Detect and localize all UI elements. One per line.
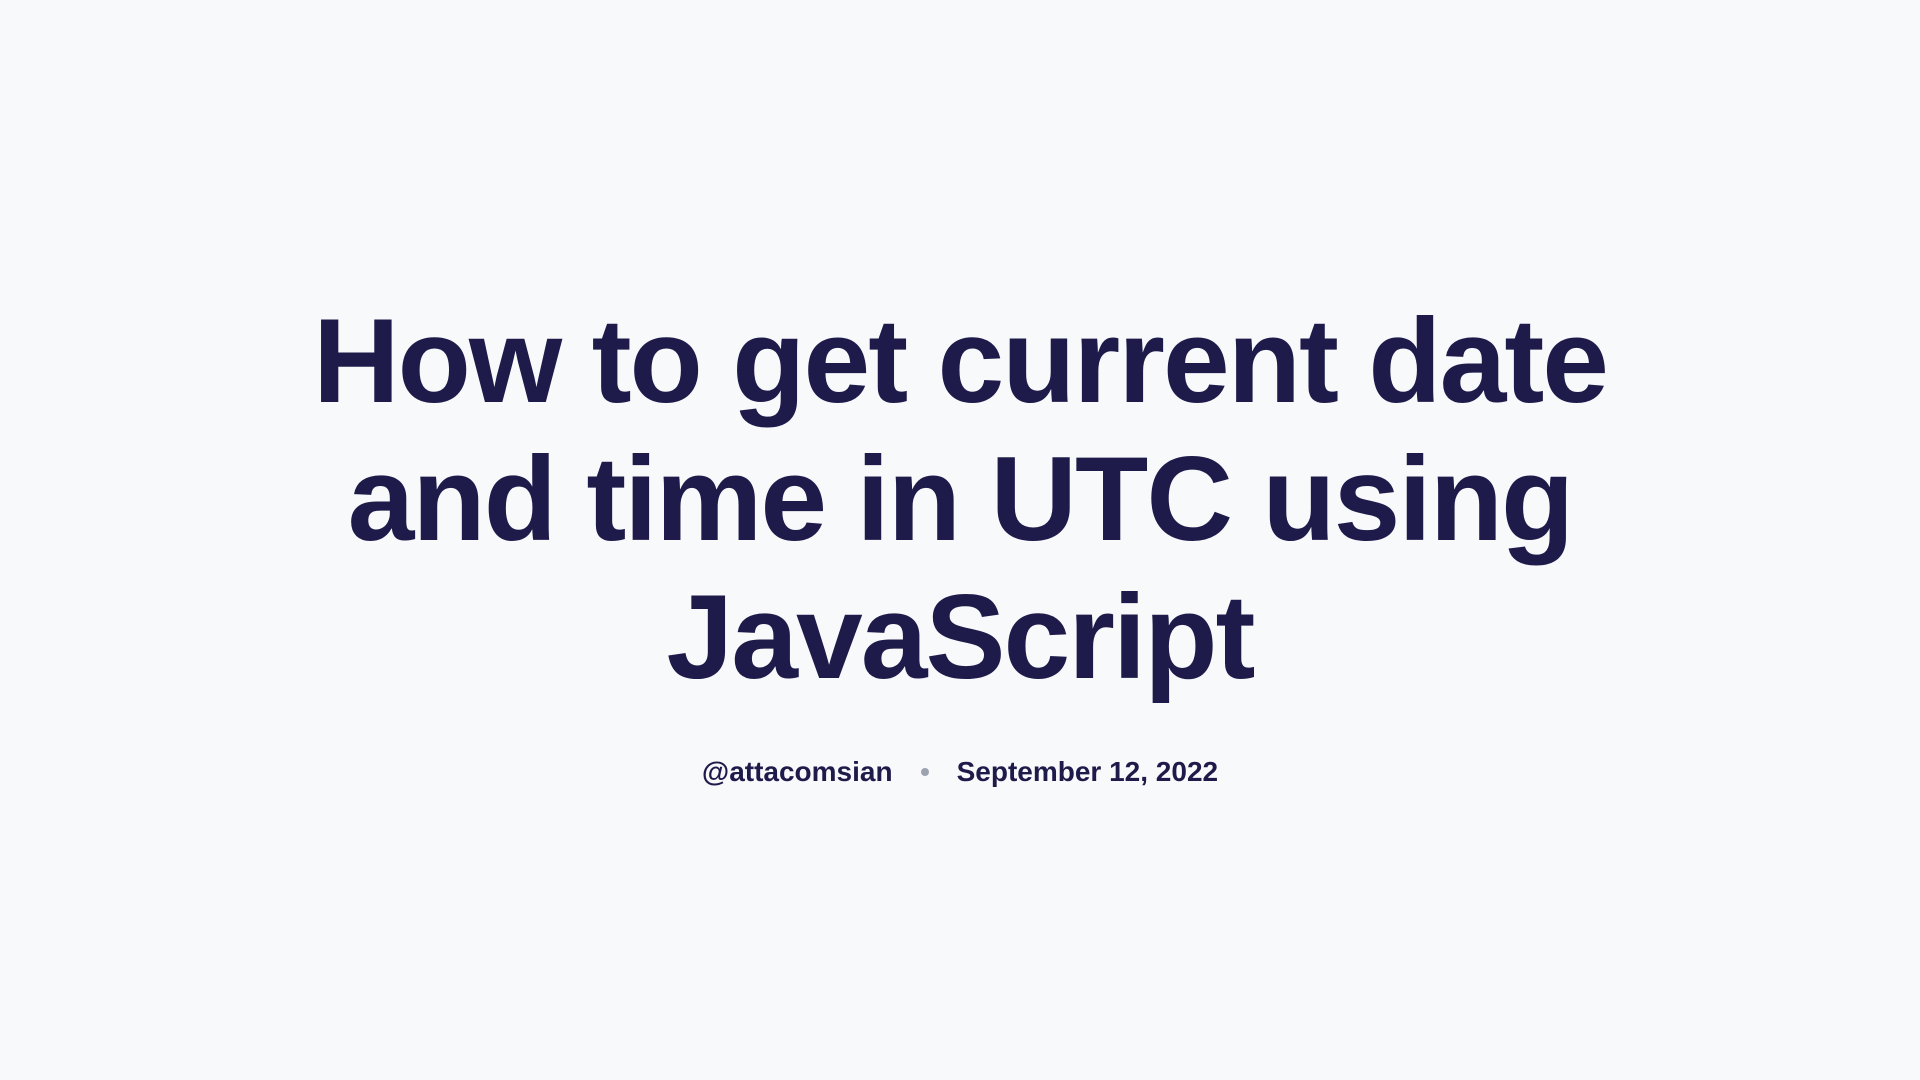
meta-separator [921,768,929,776]
article-header: How to get current date and time in UTC … [260,292,1660,788]
article-meta: @attacomsian September 12, 2022 [300,756,1620,788]
article-title: How to get current date and time in UTC … [300,292,1620,706]
author-handle: @attacomsian [702,756,893,788]
publish-date: September 12, 2022 [957,756,1219,788]
